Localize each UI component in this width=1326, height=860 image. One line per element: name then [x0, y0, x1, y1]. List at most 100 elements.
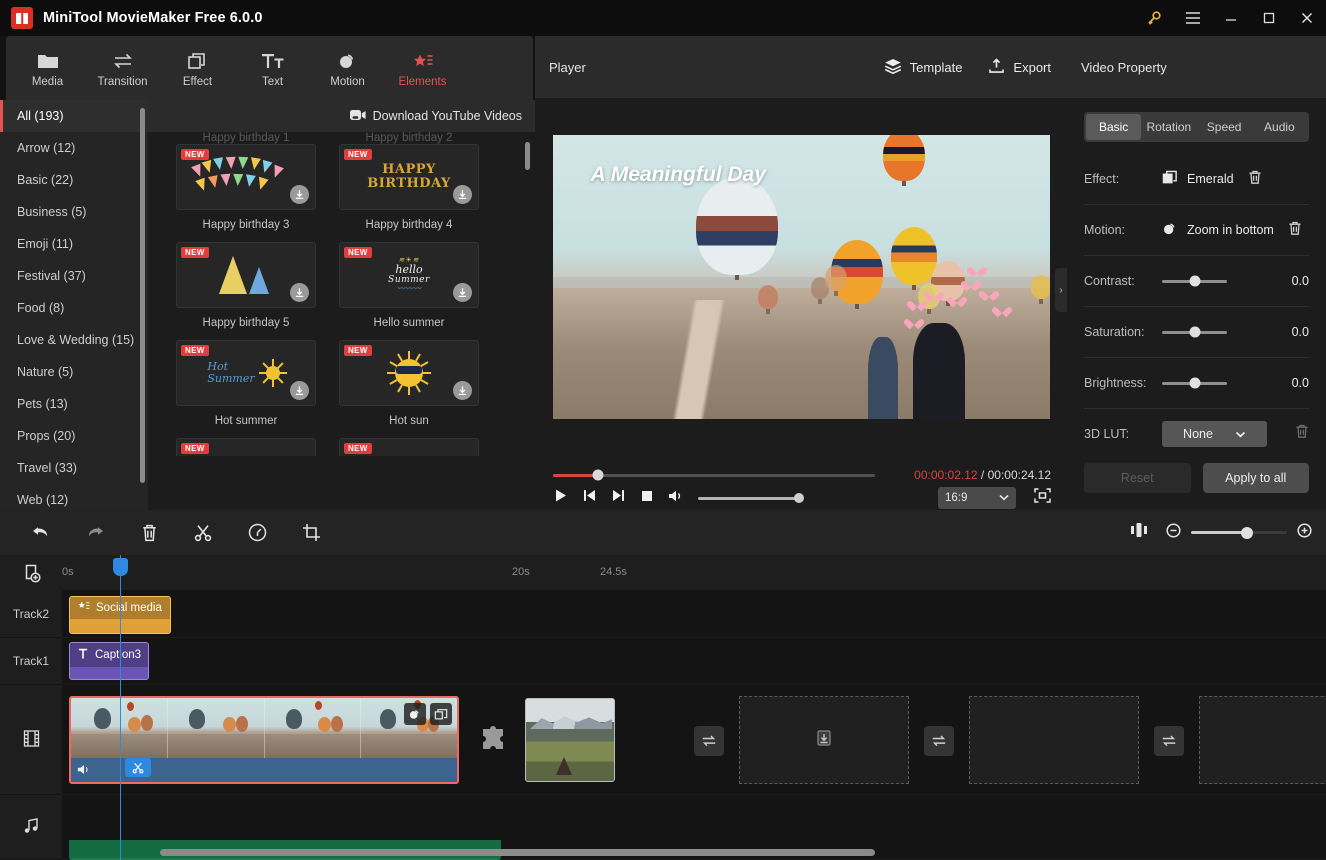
- text-clip[interactable]: Caption3: [69, 642, 149, 680]
- element-thumbnail[interactable]: NEW: [176, 144, 316, 210]
- template-button[interactable]: Template: [884, 58, 962, 77]
- export-button[interactable]: Export: [988, 57, 1051, 77]
- effect-layers-icon[interactable]: [430, 703, 452, 725]
- category-item-emoji[interactable]: Emoji (11): [0, 228, 148, 260]
- element-card[interactable]: NEW Happy birthday 5: [176, 242, 316, 340]
- category-item-pets[interactable]: Pets (13): [0, 388, 148, 420]
- crop-icon[interactable]: [284, 510, 338, 555]
- play-icon[interactable]: [553, 488, 568, 508]
- download-arrow-icon[interactable]: [453, 381, 472, 400]
- category-item-web[interactable]: Web (12): [0, 484, 148, 510]
- hamburger-menu-icon[interactable]: [1174, 0, 1212, 36]
- contrast-slider[interactable]: [1162, 275, 1227, 287]
- download-arrow-icon[interactable]: [453, 283, 472, 302]
- elements-scrollbar[interactable]: [525, 142, 530, 170]
- close-icon[interactable]: [1288, 0, 1326, 36]
- volume-slider[interactable]: [698, 493, 804, 503]
- timeline-horizontal-scrollbar[interactable]: [160, 849, 875, 856]
- tab-audio[interactable]: Audio: [1252, 114, 1307, 140]
- element-card[interactable]: NEW HAPPY BIRTHDAY Happy birthday 4: [339, 144, 479, 242]
- category-item-all[interactable]: All (193): [0, 100, 148, 132]
- category-item-food[interactable]: Food (8): [0, 292, 148, 324]
- element-thumbnail[interactable]: NEW: [339, 438, 479, 456]
- apply-to-all-button[interactable]: Apply to all: [1202, 463, 1309, 493]
- undo-icon[interactable]: [14, 510, 68, 555]
- transition-marker-icon[interactable]: [480, 723, 510, 753]
- scissors-icon[interactable]: [176, 510, 230, 555]
- category-item-nature[interactable]: Nature (5): [0, 356, 148, 388]
- stop-icon[interactable]: [640, 489, 654, 508]
- element-card[interactable]: NEW ≋☀≋ hello Summer 〰〰〰 Hello summer: [339, 242, 479, 340]
- track-header-track2[interactable]: Track2: [0, 590, 62, 638]
- track-header-audio[interactable]: [0, 795, 62, 860]
- element-thumbnail[interactable]: NEW ≋☀≋ hello Summer 〰〰〰: [339, 242, 479, 308]
- transition-button[interactable]: [924, 726, 954, 756]
- download-arrow-icon[interactable]: [453, 185, 472, 204]
- category-item-basic[interactable]: Basic (22): [0, 164, 148, 196]
- zoom-out-icon[interactable]: [1166, 522, 1181, 543]
- media-placeholder[interactable]: [1199, 696, 1326, 784]
- trash-icon[interactable]: [122, 510, 176, 555]
- contrast-knob[interactable]: [1189, 275, 1200, 287]
- chevron-right-icon[interactable]: ›: [1055, 268, 1067, 312]
- video-clip[interactable]: [69, 696, 459, 784]
- maximize-icon[interactable]: [1250, 0, 1288, 36]
- motion-value[interactable]: Zoom in bottom: [1187, 223, 1274, 237]
- video-clip[interactable]: [525, 698, 615, 782]
- download-youtube-videos-link[interactable]: Download YouTube Videos: [373, 109, 522, 123]
- trash-icon[interactable]: [1295, 424, 1309, 444]
- category-item-travel[interactable]: Travel (33): [0, 452, 148, 484]
- tab-media[interactable]: Media: [10, 38, 85, 98]
- previous-frame-icon[interactable]: [582, 488, 597, 508]
- lut-select[interactable]: None: [1162, 421, 1267, 447]
- add-media-icon[interactable]: [20, 562, 42, 584]
- video-lane[interactable]: [62, 685, 1326, 795]
- key-icon[interactable]: [1134, 0, 1174, 36]
- saturation-knob[interactable]: [1189, 326, 1200, 338]
- download-arrow-icon[interactable]: [290, 381, 309, 400]
- speed-gauge-icon[interactable]: [230, 510, 284, 555]
- track-header-video[interactable]: [0, 685, 62, 795]
- volume-icon[interactable]: [668, 489, 684, 508]
- minimize-icon[interactable]: [1212, 0, 1250, 36]
- track-header-track1[interactable]: Track1: [0, 638, 62, 685]
- element-thumbnail[interactable]: NEW: [339, 340, 479, 406]
- tab-transition[interactable]: Transition: [85, 38, 160, 98]
- motion-sphere-icon[interactable]: [404, 703, 426, 725]
- tab-effect[interactable]: Effect: [160, 38, 235, 98]
- playhead[interactable]: [113, 555, 128, 860]
- element-card[interactable]: NEW Hot Summer Hot summer: [176, 340, 316, 438]
- element-card[interactable]: NEW: [339, 340, 479, 438]
- video-preview[interactable]: A Meaningful Day: [552, 135, 1050, 419]
- volume-icon[interactable]: [77, 763, 91, 781]
- track2-lane[interactable]: Social media: [62, 590, 1326, 638]
- brightness-slider[interactable]: [1162, 377, 1227, 389]
- fullscreen-icon[interactable]: [1034, 488, 1051, 508]
- category-item-festival[interactable]: Festival (37): [0, 260, 148, 292]
- tab-basic[interactable]: Basic: [1086, 114, 1142, 140]
- trash-icon[interactable]: [1248, 170, 1262, 188]
- element-thumbnail[interactable]: NEW: [176, 242, 316, 308]
- tab-text[interactable]: Text: [235, 38, 310, 98]
- tab-elements[interactable]: Elements: [385, 38, 460, 98]
- tab-motion[interactable]: Motion: [310, 38, 385, 98]
- volume-knob[interactable]: [794, 493, 804, 503]
- element-thumbnail[interactable]: NEW HAPPY BIRTHDAY: [339, 144, 479, 210]
- progress-slider[interactable]: [553, 469, 875, 481]
- playhead-grip[interactable]: [113, 558, 128, 576]
- category-item-love-wedding[interactable]: Love & Wedding (15): [0, 324, 148, 356]
- zoom-knob[interactable]: [1240, 526, 1253, 539]
- tab-speed[interactable]: Speed: [1197, 114, 1252, 140]
- timeline-zoom-slider[interactable]: [1191, 526, 1287, 539]
- category-item-business[interactable]: Business (5): [0, 196, 148, 228]
- element-thumbnail[interactable]: NEW: [176, 438, 316, 456]
- effect-value[interactable]: Emerald: [1187, 172, 1234, 186]
- element-thumbnail[interactable]: NEW Hot Summer: [176, 340, 316, 406]
- track1-lane[interactable]: Caption3: [62, 638, 1326, 685]
- saturation-slider[interactable]: [1162, 326, 1227, 338]
- zoom-in-icon[interactable]: [1297, 522, 1312, 543]
- fit-timeline-icon[interactable]: [1130, 522, 1148, 543]
- media-placeholder[interactable]: [969, 696, 1139, 784]
- category-item-arrow[interactable]: Arrow (12): [0, 132, 148, 164]
- trash-icon[interactable]: [1288, 221, 1302, 239]
